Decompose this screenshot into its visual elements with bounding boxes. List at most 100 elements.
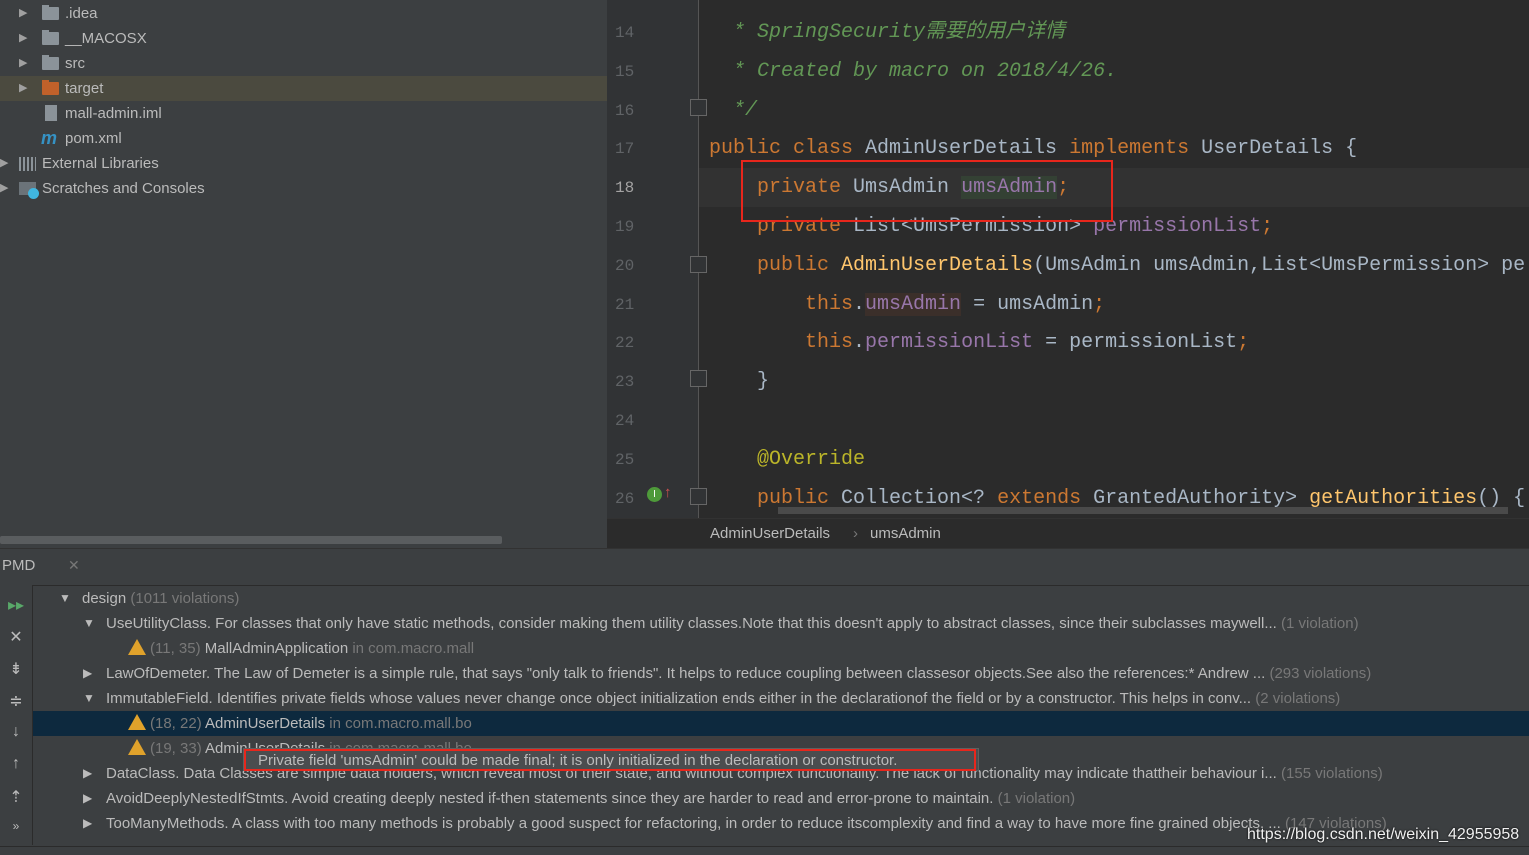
expand-arrow-icon[interactable]: ▶ [19,1,27,26]
expand-arrow-icon[interactable]: ▶ [83,761,92,786]
code-line: * SpringSecurity需要的用户详情 [709,14,1065,52]
status-bar [0,846,1529,855]
code-token: ; [1237,331,1250,355]
violation-row[interactable]: ▼ ImmutableField. Identifies private fiel… [33,686,1529,711]
code-token: AdminUserDetails [841,253,1034,277]
expand-all-icon[interactable]: ≑ [6,691,26,711]
fold-icon[interactable] [690,256,707,273]
code-token: ; [1093,292,1106,316]
tree-item[interactable]: ▶ Scratches and Consoles [0,176,607,201]
fold-icon[interactable] [690,370,707,387]
violation-row[interactable]: ▶ LawOfDemeter. The Law of Demeter is a s… [33,661,1529,686]
code-token: implements [1069,137,1202,161]
pmd-tab-title[interactable]: PMD [2,557,35,574]
code-token: UserDetails { [1201,137,1358,161]
tree-item[interactable]: ▶ .idea [0,1,607,26]
violation-count: (155 violations) [1281,765,1383,782]
tree-item[interactable]: m pom.xml [0,126,607,151]
tree-item[interactable]: mall-admin.iml [0,101,607,126]
expand-arrow-icon[interactable]: ▶ [19,76,27,101]
breadcrumb: AdminUserDetails › umsAdmin [607,518,1529,548]
pmd-toolbar: ▸▸ ✕ ⇟ ≑ ↓ ↑ ⇡ » [0,585,32,845]
previous-icon[interactable]: ↑ [6,755,26,775]
editor-gutter: 14 15 16 17 18 19 20 21 22 23 24 25 26 [607,0,699,518]
violation-label: AdminUserDetails [205,715,326,732]
fold-icon[interactable] [690,488,707,505]
expand-arrow-icon[interactable]: ▼ [59,586,71,611]
scratches-icon [19,182,39,199]
expand-arrow-icon[interactable]: ▶ [0,176,8,201]
code-token: ; [1261,215,1274,238]
code-token: this [709,331,854,355]
fold-icon[interactable] [690,99,707,116]
violation-row[interactable]: ▶ AvoidDeeplyNestedIfStmts. Avoid creatin… [33,786,1529,811]
breadcrumb-separator-icon: › [853,525,858,542]
violation-text: design (1011 violations) [82,586,239,611]
violation-text: (11, 35) MallAdminApplication in com.mac… [128,636,474,661]
expand-arrow-icon[interactable]: ▶ [0,151,8,176]
tree-item[interactable]: ▶ External Libraries [0,151,607,176]
warning-icon [128,639,146,655]
tree-item-label: pom.xml [65,130,122,147]
close-icon[interactable]: ✕ [68,557,80,574]
line-number: 16 [615,101,635,120]
violation-row[interactable]: ▼ design (1011 violations) [33,586,1529,611]
tree-item[interactable]: ▶ target [0,76,607,101]
tree-item-label: mall-admin.iml [65,105,162,122]
tree-item-label: Scratches and Consoles [42,180,205,197]
code-line: */ [709,92,757,130]
violation-text: UseUtilityClass. For classes that only h… [106,611,1359,636]
tree-item[interactable]: ▶ src [0,51,607,76]
violation-label: AvoidDeeplyNestedIfStmts. Avoid creating… [106,790,998,807]
expand-arrow-icon[interactable]: ▶ [83,811,92,836]
breadcrumb-class[interactable]: AdminUserDetails [710,519,830,549]
violation-count: (2 violations) [1255,690,1341,707]
run-icon[interactable]: ▸▸ [6,595,26,615]
code-token: public [709,253,842,277]
project-horizontal-scrollbar[interactable] [0,536,502,544]
violation-label: ImmutableField. Identifies private field… [106,690,1252,707]
violation-text: ImmutableField. Identifies private field… [106,686,1340,711]
violation-position: (19, 33) [150,740,202,757]
export-icon[interactable]: ⇡ [6,787,26,807]
violation-row[interactable]: (18, 22) AdminUserDetails in com.macro.m… [33,711,1529,736]
code-editor[interactable]: 14 15 16 17 18 19 20 21 22 23 24 25 26 * SpringSecur… [607,0,1529,518]
code-token: umsAdmin [865,292,962,316]
folder-icon [42,5,59,20]
violation-label: MallAdminApplication [204,640,349,657]
expand-arrow-icon[interactable]: ▶ [83,786,92,811]
code-token: . [853,331,866,355]
expand-arrow-icon[interactable]: ▶ [83,661,92,686]
violation-row[interactable]: (11, 35) MallAdminApplication in com.mac… [33,636,1529,661]
expand-arrow-icon[interactable]: ▶ [19,51,27,76]
code-token: public class [709,137,866,161]
next-icon[interactable]: ↓ [6,723,26,743]
editor-horizontal-scrollbar[interactable] [778,507,1508,514]
tree-item[interactable]: ▶ __MACOSX [0,26,607,51]
tooltip-text: Private field 'umsAdmin' could be made f… [244,749,976,771]
more-icon[interactable]: » [6,819,26,839]
code-token: AdminUserDetails [865,137,1070,161]
override-arrow-icon[interactable]: ↑ [664,484,672,501]
implements-gutter-icon[interactable]: I [647,487,662,502]
code-token: permissionList [1093,215,1262,238]
violation-count: (1011 violations) [130,590,240,607]
breadcrumb-field[interactable]: umsAdmin [870,519,941,549]
code-token: = permissionList [1033,331,1238,355]
expand-arrow-icon[interactable]: ▼ [83,611,95,636]
code-token: permissionList [865,331,1034,355]
folder-excluded-icon [42,80,59,95]
line-number: 21 [615,295,635,314]
violation-count: in com.macro.mall [352,640,475,657]
tree-item-label: __MACOSX [65,30,147,47]
code-token: . [853,292,866,316]
violation-row[interactable]: ▼ UseUtilityClass. For classes that only … [33,611,1529,636]
collapse-all-icon[interactable]: ⇟ [6,659,26,679]
close-icon[interactable]: ✕ [6,627,26,647]
expand-arrow-icon[interactable]: ▼ [83,686,95,711]
iml-file-icon [45,105,57,121]
tree-item-label: src [65,55,85,72]
expand-arrow-icon[interactable]: ▶ [19,26,27,51]
code-token: */ [709,98,758,122]
line-number: 26 [615,489,635,508]
